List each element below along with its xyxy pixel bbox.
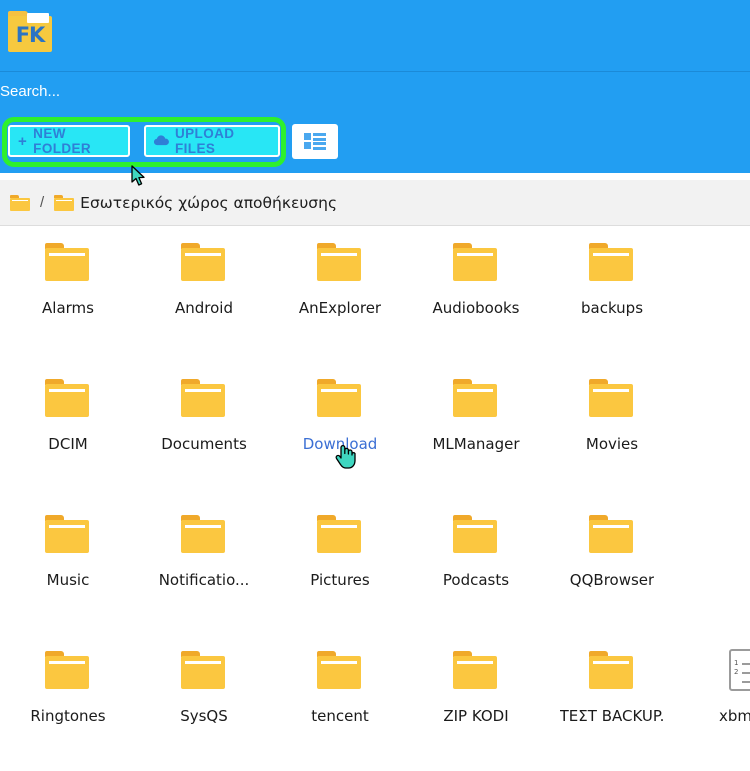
item-label: Pictures [310, 571, 370, 589]
folder-icon [181, 243, 227, 283]
upload-files-button[interactable]: UPLOAD FILES [144, 125, 280, 157]
item-label: ΤΕΣΤ BACKUP. [559, 707, 665, 725]
breadcrumb: / Εσωτερικός χώρος αποθήκευσης [0, 180, 750, 226]
folder-item[interactable]: tencent [272, 635, 408, 771]
folder-item[interactable]: Ringtones [0, 635, 136, 771]
item-label: Notificatio... [158, 571, 250, 589]
folder-item[interactable]: MLManager [408, 363, 544, 499]
folder-icon [317, 515, 363, 555]
folder-item[interactable]: Pictures [272, 499, 408, 635]
folder-icon [317, 243, 363, 283]
breadcrumb-separator: / [40, 194, 45, 211]
file-item[interactable]: 12 xbmc_e [680, 635, 750, 771]
search-bar [0, 72, 750, 116]
file-grid-row: Music Notificatio... Pictures Podcasts QQBro… [0, 499, 750, 635]
folder-item[interactable]: SysQS [136, 635, 272, 771]
log-file-icon: 12 [725, 649, 750, 691]
folder-item[interactable]: AnExplorer [272, 227, 408, 363]
item-label: Ringtones [30, 707, 106, 725]
item-label: Alarms [42, 299, 94, 317]
item-label: tencent [311, 707, 369, 725]
upload-files-button-label: UPLOAD FILES [175, 126, 235, 156]
folder-item[interactable]: Notificatio... [136, 499, 272, 635]
new-folder-button[interactable]: + NEW FOLDER [8, 125, 130, 157]
breadcrumb-current-folder-icon[interactable] [54, 194, 75, 211]
file-commander-logo-icon: FK [8, 8, 52, 52]
item-label: Download [302, 435, 378, 453]
logo-monogram: FK [15, 23, 46, 47]
folder-item[interactable]: backups [544, 227, 680, 363]
search-input[interactable] [0, 83, 320, 100]
item-label: MLManager [432, 435, 520, 453]
plus-icon: + [18, 132, 28, 150]
folder-icon [589, 379, 635, 419]
folder-icon [453, 515, 499, 555]
folder-icon [317, 651, 363, 691]
folder-item[interactable]: Podcasts [408, 499, 544, 635]
folder-item[interactable]: Android [136, 227, 272, 363]
folder-icon [181, 515, 227, 555]
item-label: Movies [585, 435, 639, 453]
item-label: Documents [161, 435, 247, 453]
folder-icon [453, 243, 499, 283]
folder-icon [589, 651, 635, 691]
folder-item[interactable]: QQBrowser [544, 499, 680, 635]
folder-icon [45, 515, 91, 555]
breadcrumb-root-folder-icon[interactable] [10, 194, 30, 211]
folder-item[interactable]: Documents [136, 363, 272, 499]
folder-icon [45, 243, 91, 283]
folder-icon [453, 651, 499, 691]
new-folder-button-label: NEW FOLDER [33, 126, 92, 156]
app-header: FK [0, 0, 750, 72]
folder-item[interactable]: DCIM [0, 363, 136, 499]
item-label: AnExplorer [298, 299, 382, 317]
item-label: QQBrowser [569, 571, 655, 589]
app-logo[interactable]: FK [8, 8, 54, 60]
folder-icon [317, 379, 363, 419]
folder-icon [181, 651, 227, 691]
folder-icon [181, 379, 227, 419]
folder-item[interactable]: Music [0, 499, 136, 635]
view-mode-toggle-button[interactable] [292, 124, 338, 159]
item-label: backups [580, 299, 644, 317]
file-grid-row: DCIM Documents Download MLManager Movies [0, 363, 750, 499]
file-grid-row: Alarms Android AnExplorer Audiobooks backups [0, 227, 750, 363]
item-label: xbmc_e [719, 707, 750, 725]
folder-item[interactable]: Audiobooks [408, 227, 544, 363]
folder-item[interactable]: ZIP KODI [408, 635, 544, 771]
folder-icon [589, 515, 635, 555]
folder-icon [453, 379, 499, 419]
item-label: Audiobooks [432, 299, 520, 317]
item-label: Android [175, 299, 233, 317]
list-view-icon [304, 133, 326, 150]
folder-item[interactable]: Movies [544, 363, 680, 499]
item-label: Music [46, 571, 90, 589]
folder-item[interactable]: ΤΕΣΤ BACKUP. [544, 635, 680, 771]
folder-item[interactable]: Download [272, 363, 408, 499]
folder-icon [589, 243, 635, 283]
breadcrumb-current-label[interactable]: Εσωτερικός χώρος αποθήκευσης [80, 194, 337, 212]
file-grid-row: Ringtones SysQS tencent ZIP KODI ΤΕΣΤ BACKUP… [0, 635, 750, 771]
file-grid: Alarms Android AnExplorer Audiobooks backups… [0, 227, 750, 768]
item-label: SysQS [180, 707, 228, 725]
item-label: Podcasts [442, 571, 510, 589]
folder-item[interactable]: Alarms [0, 227, 136, 363]
cloud-upload-icon [153, 134, 169, 149]
item-label: DCIM [48, 435, 88, 453]
folder-icon [45, 651, 91, 691]
folder-icon [45, 379, 91, 419]
item-label: ZIP KODI [443, 707, 509, 725]
